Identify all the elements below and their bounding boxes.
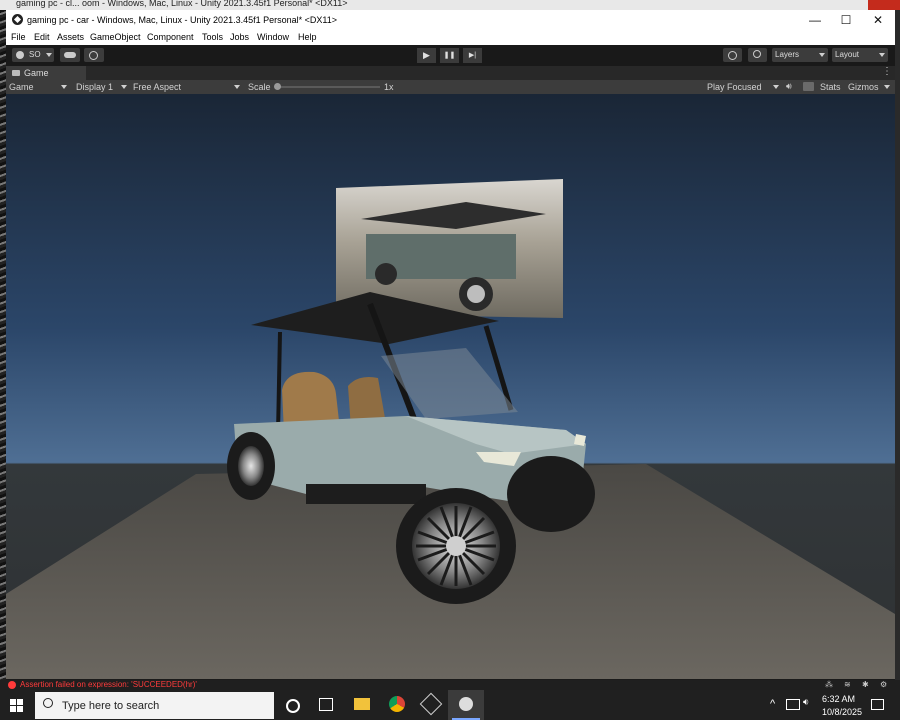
scale-slider-track[interactable] (278, 86, 380, 88)
chevron-down-icon (121, 85, 127, 89)
game-tab-icon (12, 70, 20, 76)
chevron-down-icon (61, 85, 67, 89)
gizmos-button[interactable]: Gizmos (848, 82, 879, 92)
game-controls-bar: Game Display 1 Free Aspect Scale 1x Play… (6, 80, 895, 94)
layout-dropdown[interactable]: Layout (832, 48, 888, 62)
windows-start-icon[interactable] (10, 699, 23, 712)
maximize-button[interactable]: ☐ (830, 10, 862, 30)
layout-label: Layout (835, 50, 860, 59)
menu-component[interactable]: Component (147, 32, 194, 42)
menu-tools[interactable]: Tools (202, 32, 223, 42)
chevron-down-icon (884, 85, 890, 89)
account-label: SO (29, 50, 41, 59)
chevron-down-icon (879, 53, 885, 57)
background-window-titlebar: gaming pc - cl... oom - Windows, Mac, Li… (0, 0, 900, 10)
volume-icon[interactable]: 🔉︎ (803, 697, 809, 708)
stats-button[interactable]: Stats (820, 82, 841, 92)
console-status-bar[interactable]: Assertion failed on expression: 'SUCCEED… (0, 680, 900, 690)
history-button[interactable] (723, 48, 742, 62)
search-icon (43, 698, 53, 708)
menu-assets[interactable]: Assets (57, 32, 84, 42)
toolbar: SO ▶ ❚❚ ▶| Layers Layout (6, 45, 895, 66)
unity-editor-icon (459, 697, 473, 711)
rear-right-wheel (507, 456, 595, 532)
chevron-down-icon (234, 85, 240, 89)
status-message: Assertion failed on expression: 'SUCCEED… (20, 680, 197, 689)
menu-window[interactable]: Window (257, 32, 289, 42)
unity-logo-icon (12, 14, 23, 25)
search-icon (753, 50, 761, 58)
background-window-title: gaming pc - cl... oom - Windows, Mac, Li… (16, 0, 348, 8)
chrome-icon[interactable] (389, 696, 405, 712)
right-edge (895, 10, 900, 690)
history-icon (728, 51, 737, 60)
task-view-icon[interactable] (319, 698, 333, 711)
clock-time[interactable]: 6:32 AM (822, 694, 855, 704)
taskbar: Type here to search ^ 🔉︎ 6:32 AM 10/8/20… (0, 690, 900, 720)
tab-game[interactable]: Game (6, 66, 86, 80)
chevron-down-icon (773, 85, 779, 89)
window-title: gaming pc - car - Windows, Mac, Linux - … (27, 15, 337, 25)
play-button[interactable]: ▶ (417, 48, 436, 63)
menu-bar: File Edit Assets GameObject Component To… (6, 30, 895, 45)
play-focused-dropdown[interactable]: Play Focused (707, 82, 762, 92)
chevron-up-icon[interactable]: ^ (770, 698, 775, 710)
scale-slider-handle[interactable] (274, 83, 281, 90)
pause-button[interactable]: ❚❚ (440, 48, 459, 63)
chevron-down-icon (46, 53, 52, 57)
title-bar: gaming pc - car - Windows, Mac, Linux - … (6, 10, 895, 30)
aspect-dropdown[interactable]: Free Aspect (133, 82, 181, 92)
menu-edit[interactable]: Edit (34, 32, 50, 42)
taskbar-search-box[interactable]: Type here to search (35, 692, 274, 719)
display-dropdown[interactable]: Display 1 (76, 82, 113, 92)
progress-icon: ⁂ (825, 680, 833, 689)
cache-icon: ≋ (844, 680, 851, 689)
scale-value: 1x (384, 82, 394, 92)
minimize-button[interactable]: — (799, 10, 831, 30)
menu-gameobject[interactable]: GameObject (90, 32, 141, 42)
account-icon (16, 51, 24, 59)
menu-help[interactable]: Help (298, 32, 317, 42)
unity-hub-icon[interactable] (419, 692, 443, 716)
collab-icon (89, 51, 98, 60)
more-options-icon[interactable]: ⋮ (882, 66, 892, 77)
step-button[interactable]: ▶| (463, 48, 482, 63)
scale-label: Scale (248, 82, 271, 92)
error-icon (8, 681, 16, 689)
cloud-button[interactable] (60, 48, 80, 62)
mute-audio-icon[interactable]: 🔊︎ (786, 81, 792, 92)
collab-button[interactable] (84, 48, 104, 62)
cortana-icon[interactable] (286, 699, 300, 713)
layers-dropdown[interactable]: Layers (772, 48, 828, 62)
account-dropdown[interactable]: SO (12, 48, 54, 62)
notifications-icon[interactable] (871, 699, 884, 710)
tab-row: Game ⋮ (6, 66, 895, 80)
debug-icon: ✱ (862, 680, 869, 689)
mode-dropdown[interactable]: Game (9, 82, 34, 92)
scene-render (6, 179, 895, 679)
clock-date[interactable]: 10/8/2025 (822, 707, 862, 717)
tab-game-label: Game (24, 68, 49, 78)
network-icon[interactable] (786, 699, 800, 710)
layers-label: Layers (775, 50, 800, 59)
vsync-icon[interactable] (803, 82, 814, 91)
menu-file[interactable]: File (11, 32, 26, 42)
search-placeholder: Type here to search (62, 700, 160, 712)
file-explorer-icon[interactable] (354, 698, 370, 710)
search-button[interactable] (748, 48, 767, 62)
close-button[interactable]: ✕ (862, 10, 894, 30)
unity-editor-taskbar-item[interactable] (448, 690, 484, 720)
cloud-icon (64, 52, 76, 58)
game-viewport[interactable] (6, 94, 895, 679)
settings-icon[interactable]: ⚙ (880, 680, 887, 689)
chevron-down-icon (819, 53, 825, 57)
background-close-button[interactable] (868, 0, 900, 10)
menu-jobs[interactable]: Jobs (230, 32, 249, 42)
